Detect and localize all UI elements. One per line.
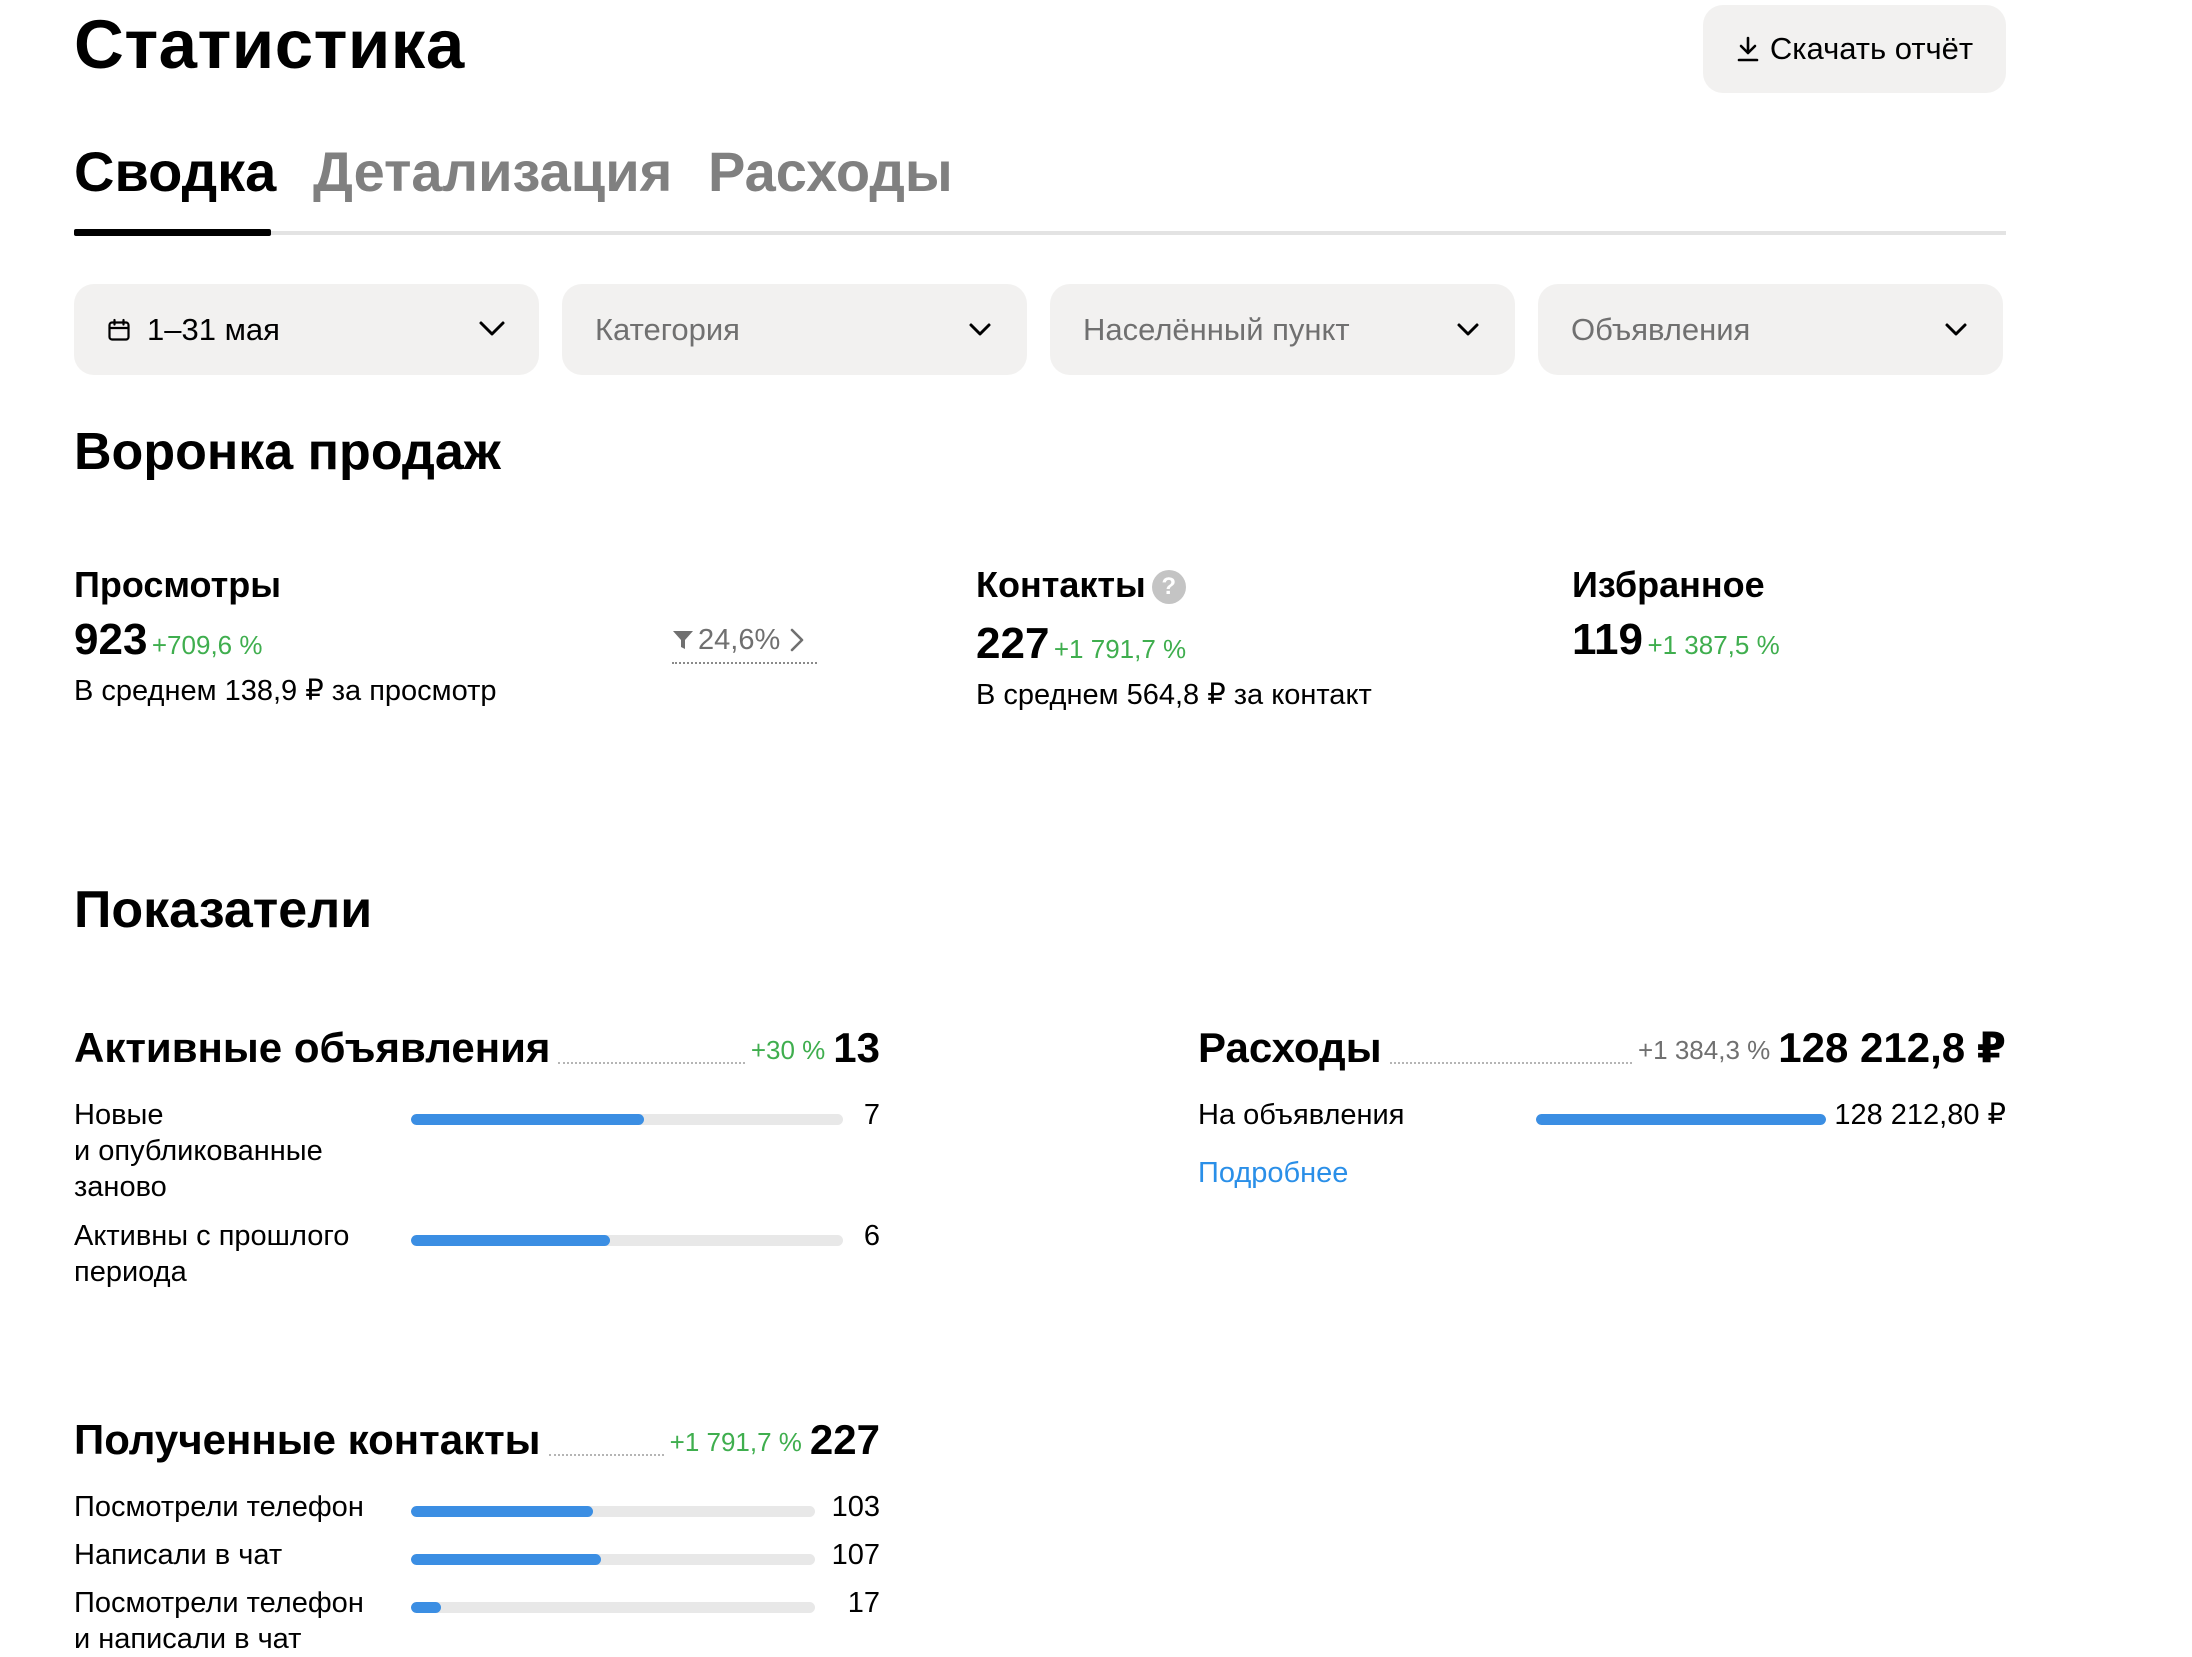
contacts-row-label: Написали в чат	[74, 1537, 282, 1573]
bar-fill	[411, 1602, 442, 1613]
help-icon[interactable]: ?	[1151, 570, 1186, 605]
tab-summary[interactable]: Сводка	[74, 136, 276, 208]
views-change: +709,6 %	[151, 630, 263, 660]
location-select-placeholder: Населённый пункт	[1083, 311, 1350, 347]
expenses-bar-ads	[1536, 1114, 1826, 1125]
period-select[interactable]: 1–31 мая	[74, 284, 539, 375]
contacts-bar-both	[411, 1602, 815, 1613]
ads-select[interactable]: Объявления	[1538, 284, 2003, 375]
contacts-metric: Контакты? 227 +1 791,7 % В среднем 564,8…	[976, 563, 1372, 713]
page-title: Статистика	[74, 6, 465, 83]
contacts-chat-value: 107	[831, 1539, 880, 1571]
contacts-phone-value: 103	[831, 1491, 880, 1523]
download-icon	[1737, 36, 1759, 62]
active-ads-bar-new	[411, 1114, 843, 1125]
label-line: Новые	[74, 1099, 164, 1131]
ads-select-placeholder: Объявления	[1571, 311, 1751, 347]
label-line: и опубликованные	[74, 1135, 323, 1167]
category-select-placeholder: Категория	[595, 311, 740, 347]
bar-fill	[411, 1554, 601, 1565]
favorites-value: 119	[1572, 615, 1643, 664]
location-select[interactable]: Населённый пункт	[1050, 284, 1515, 375]
contacts-label: Контакты	[976, 564, 1146, 605]
contacts-block: Полученные контакты +1 791,7 % 227	[74, 1414, 880, 1466]
bar-fill	[411, 1506, 593, 1517]
contacts-block-total: 227	[809, 1416, 880, 1463]
tab-expenses[interactable]: Расходы	[708, 136, 953, 208]
expenses-more-link[interactable]: Подробнее	[1198, 1157, 1348, 1190]
contacts-both-value: 17	[847, 1587, 880, 1619]
active-ads-change: +30 %	[750, 1035, 826, 1065]
category-select[interactable]: Категория	[562, 284, 1027, 375]
active-ads-total: 13	[833, 1024, 880, 1071]
chevron-down-icon	[1945, 323, 1967, 336]
period-select-value: 1–31 мая	[147, 311, 280, 347]
expenses-row-label: На объявления	[1198, 1099, 1405, 1131]
bar-fill	[411, 1235, 610, 1246]
label-line: Написали в чат	[74, 1539, 283, 1571]
chevron-right-icon	[790, 628, 804, 652]
dotted-leader	[548, 1454, 664, 1456]
contacts-change: +1 791,7 %	[1053, 634, 1187, 664]
active-ads-row-label: Активны с прошлого периода	[74, 1218, 349, 1290]
indicators-title: Показатели	[74, 881, 373, 939]
favorites-metric: Избранное 119 +1 387,5 %	[1572, 563, 1780, 667]
label-line: Посмотрели телефон	[74, 1491, 364, 1523]
expenses-ads-value: 128 212,80 ₽	[1834, 1099, 2006, 1131]
tabs-divider	[74, 231, 2006, 235]
label-line: Посмотрели телефон	[74, 1587, 364, 1619]
expenses-change: +1 384,3 %	[1637, 1035, 1771, 1065]
bar-fill	[411, 1114, 645, 1125]
active-ads-new-value: 7	[863, 1099, 880, 1131]
download-report-label: Скачать отчёт	[1769, 31, 1974, 66]
bar-fill	[1536, 1114, 1826, 1125]
dotted-leader	[558, 1062, 745, 1064]
favorites-change: +1 387,5 %	[1647, 630, 1780, 660]
views-metric: Просмотры 923 +709,6 % В среднем 138,9 ₽…	[74, 563, 497, 709]
favorites-label: Избранное	[1572, 564, 1765, 605]
contacts-block-title: Полученные контакты	[74, 1416, 541, 1463]
expenses-total: 128 212,8 ₽	[1778, 1024, 2006, 1071]
views-label: Просмотры	[74, 564, 282, 605]
conversion-value: 24,6%	[698, 624, 781, 656]
contacts-bar-phone	[411, 1506, 815, 1517]
contacts-value: 227	[976, 619, 1050, 668]
active-ads-block: Активные объявления +30 % 13	[74, 1022, 880, 1074]
views-avg: В среднем 138,9 ₽ за просмотр	[74, 675, 497, 707]
contacts-block-change: +1 791,7 %	[669, 1427, 802, 1457]
contacts-bar-chat	[411, 1554, 815, 1565]
label-line: заново	[74, 1171, 167, 1203]
label-line: периода	[74, 1256, 187, 1288]
expenses-title: Расходы	[1198, 1024, 1382, 1071]
tab-details[interactable]: Детализация	[313, 136, 672, 208]
expenses-block: Расходы +1 384,3 % 128 212,8 ₽	[1198, 1022, 2006, 1074]
label-line: Активны с прошлого	[74, 1220, 350, 1252]
chevron-down-icon	[969, 323, 991, 336]
active-tab-indicator	[74, 229, 271, 236]
chevron-down-icon	[1457, 323, 1479, 336]
active-ads-previous-value: 6	[863, 1220, 880, 1252]
contacts-avg: В среднем 564,8 ₽ за контакт	[976, 679, 1372, 711]
download-report-button[interactable]: Скачать отчёт	[1703, 5, 2006, 93]
conversion-link[interactable]: 24,6%	[672, 622, 817, 664]
active-ads-row-label: Новые и опубликованные заново	[74, 1097, 323, 1205]
contacts-row-label: Посмотрели телефон	[74, 1489, 364, 1525]
dotted-leader	[1389, 1062, 1632, 1064]
funnel-title: Воронка продаж	[74, 423, 501, 481]
calendar-icon	[108, 318, 130, 341]
active-ads-title: Активные объявления	[74, 1024, 551, 1071]
contacts-row-label: Посмотрели телефон и написали в чат	[74, 1585, 364, 1657]
views-value: 923	[74, 615, 148, 664]
active-ads-bar-previous	[411, 1235, 843, 1246]
funnel-icon	[673, 631, 693, 649]
chevron-down-icon	[479, 321, 505, 336]
label-line: и написали в чат	[74, 1623, 302, 1655]
